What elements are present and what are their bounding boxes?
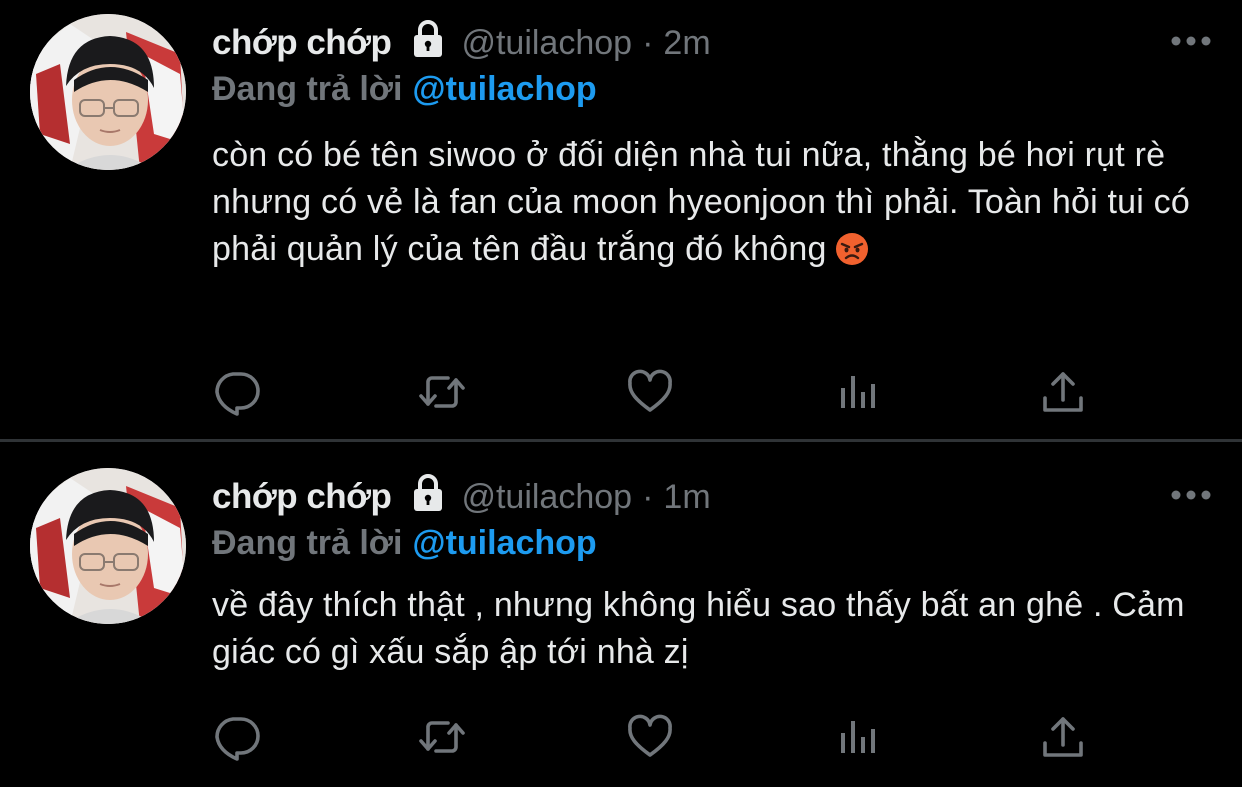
tweet-text: còn có bé tên siwoo ở đối diện nhà tui n… (212, 132, 1202, 273)
avatar[interactable] (30, 14, 186, 170)
heart-icon (628, 714, 672, 757)
reply-mention-link[interactable]: @tuilachop (412, 70, 596, 108)
share-button[interactable] (1038, 367, 1088, 417)
heart-icon (628, 369, 672, 412)
like-button[interactable] (625, 712, 675, 762)
more-icon[interactable] (1170, 488, 1212, 500)
retweet-button[interactable] (417, 712, 467, 762)
tweet[interactable]: chớp chớp @tuilachop · 2m Đang trả lời @t… (0, 0, 1242, 440)
share-button[interactable] (1038, 712, 1088, 762)
views-button[interactable] (832, 712, 882, 762)
replying-to: Đang trả lời @tuilachop (212, 524, 597, 563)
replying-to-label: Đang trả lời (212, 524, 403, 562)
reply-button[interactable] (212, 712, 262, 762)
retweet-icon (419, 721, 465, 753)
tweet-header: chớp chớp @tuilachop · 2m (212, 18, 711, 68)
display-name[interactable]: chớp chớp (212, 477, 392, 517)
pouting-face-emoji (835, 232, 869, 266)
lock-icon (411, 473, 445, 513)
like-button[interactable] (625, 367, 675, 417)
replying-to: Đang trả lời @tuilachop (212, 70, 597, 109)
handle[interactable]: @tuilachop (461, 24, 632, 63)
reply-mention-link[interactable]: @tuilachop (412, 524, 596, 562)
retweet-icon (419, 376, 465, 408)
timestamp[interactable]: 2m (663, 24, 710, 63)
tweet-text-content: về đây thích thật , nhưng không hiểu sao… (212, 586, 1185, 671)
tweet-actions (212, 367, 1092, 417)
display-name[interactable]: chớp chớp (212, 23, 392, 63)
views-icon (841, 721, 875, 753)
share-icon (1043, 372, 1083, 412)
reply-button[interactable] (212, 367, 262, 417)
separator: · (642, 477, 654, 516)
views-icon (841, 376, 875, 408)
replying-to-label: Đang trả lời (212, 70, 403, 108)
share-icon (1043, 717, 1083, 757)
tweet[interactable]: chớp chớp @tuilachop · 1m Đang trả lời @t… (0, 442, 1242, 787)
separator: · (642, 23, 654, 62)
reply-icon (215, 717, 260, 761)
timestamp[interactable]: 1m (663, 478, 710, 517)
tweet-text: về đây thích thật , nhưng không hiểu sao… (212, 582, 1202, 676)
tweet-text-content: còn có bé tên siwoo ở đối diện nhà tui n… (212, 136, 1190, 268)
views-button[interactable] (832, 367, 882, 417)
retweet-button[interactable] (417, 367, 467, 417)
more-icon[interactable] (1170, 34, 1212, 46)
tweet-header: chớp chớp @tuilachop · 1m (212, 472, 711, 522)
avatar[interactable] (30, 468, 186, 624)
reply-icon (215, 372, 260, 416)
handle[interactable]: @tuilachop (461, 478, 632, 517)
tweet-actions (212, 712, 1092, 762)
lock-icon (411, 19, 445, 59)
